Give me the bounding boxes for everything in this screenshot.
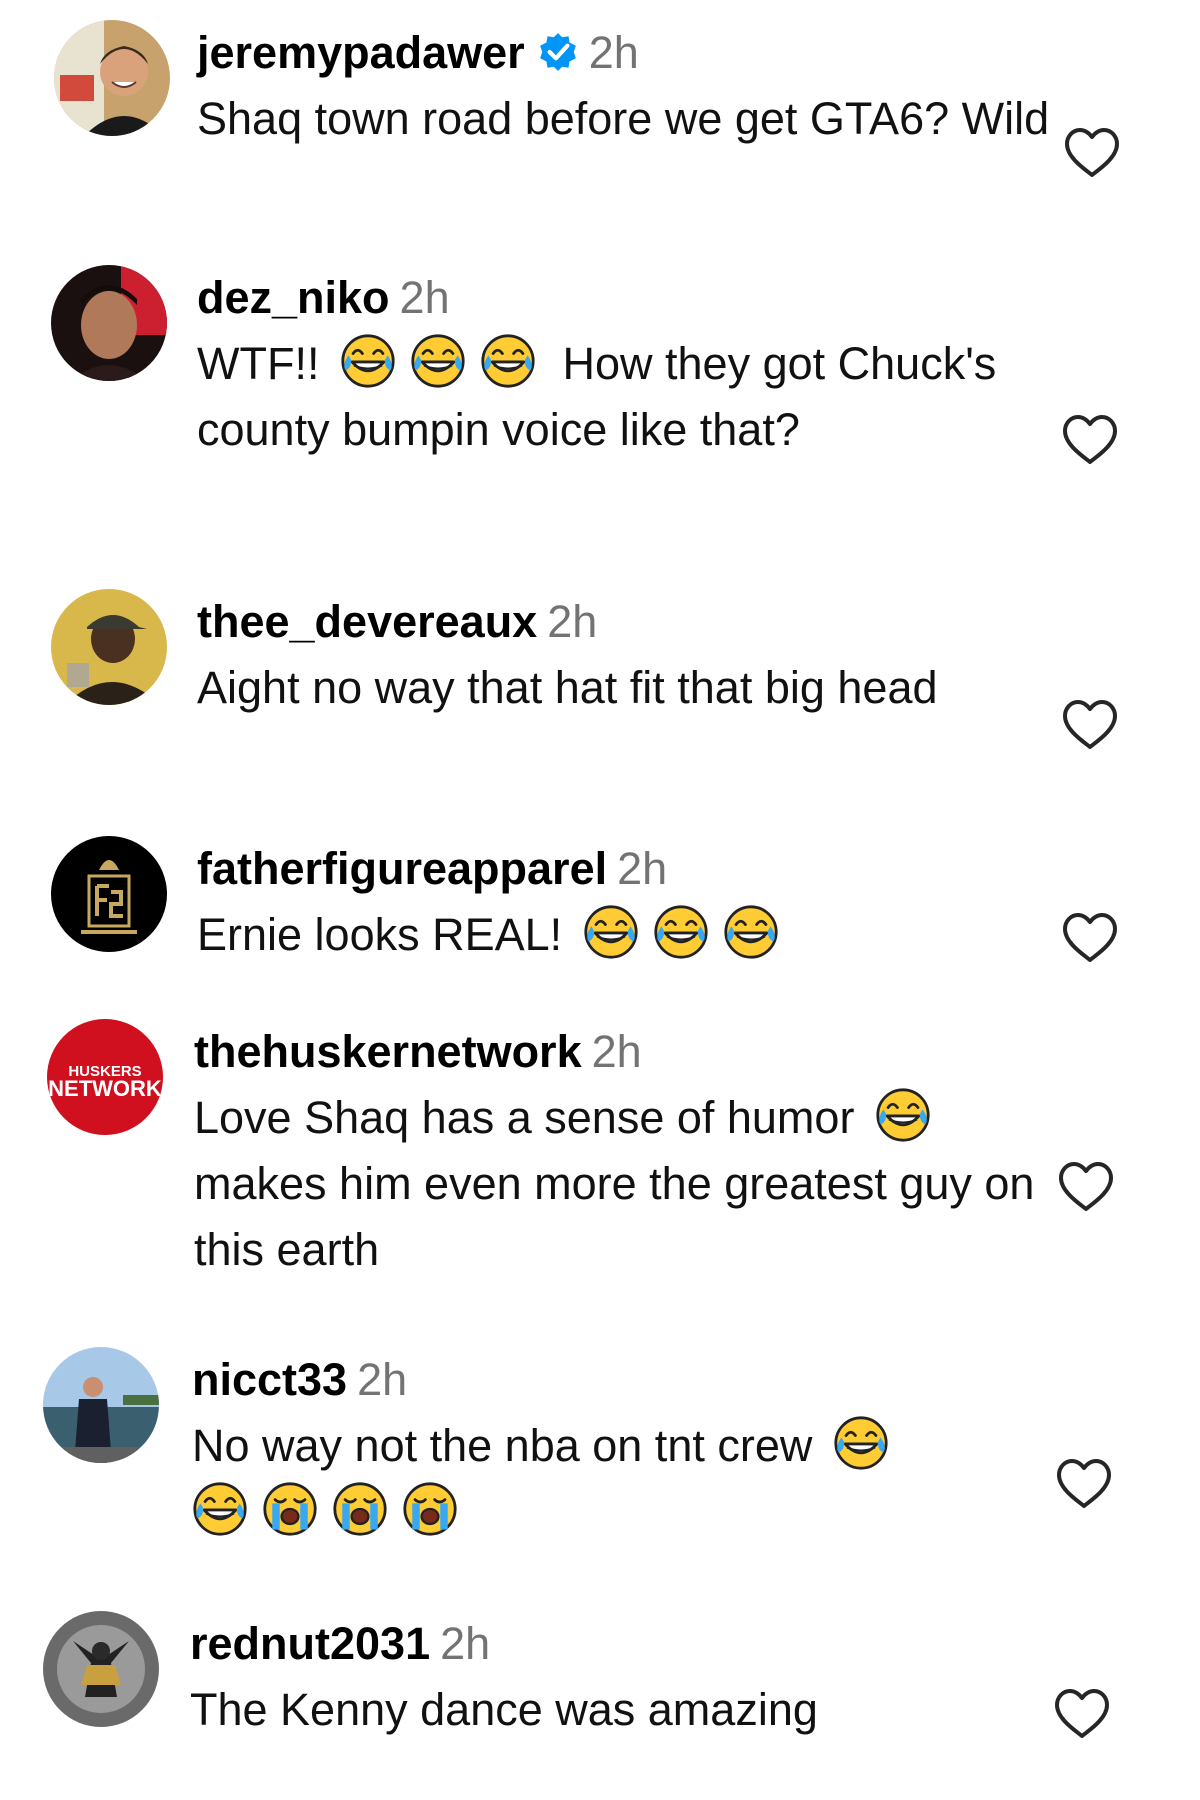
- username[interactable]: fatherfigureapparel: [197, 843, 607, 894]
- avatar[interactable]: [51, 836, 167, 952]
- avatar[interactable]: [43, 1611, 159, 1727]
- username[interactable]: thee_devereaux: [197, 596, 537, 647]
- loudly-crying-face-icon: [262, 1481, 318, 1537]
- like-heart-icon[interactable]: [1061, 413, 1119, 467]
- avatar[interactable]: [51, 265, 167, 381]
- comment-text: No way not the nba on tnt crew: [192, 1413, 1082, 1545]
- face-with-tears-of-joy-icon: [833, 1415, 889, 1471]
- timestamp[interactable]: 2h: [400, 272, 450, 323]
- like-heart-icon[interactable]: [1063, 126, 1121, 180]
- username[interactable]: nicct33: [192, 1354, 347, 1405]
- username[interactable]: thehuskernetwork: [194, 1026, 582, 1077]
- avatar[interactable]: [43, 1347, 159, 1463]
- timestamp[interactable]: 2h: [547, 596, 597, 647]
- comment-text-rest: makes him even more the greatest guy on …: [194, 1158, 1035, 1275]
- timestamp[interactable]: 2h: [440, 1618, 490, 1669]
- timestamp[interactable]: 2h: [589, 27, 639, 78]
- avatar[interactable]: HUSKERS NETWORK: [47, 1019, 163, 1135]
- comment-text: WTF!! How they got Chuck's county bumpin…: [197, 331, 1087, 463]
- face-with-tears-of-joy-icon: [653, 904, 709, 960]
- face-with-tears-of-joy-icon: [340, 333, 396, 389]
- comment-text: Love Shaq has a sense of humor makes him…: [194, 1085, 1084, 1283]
- face-with-tears-of-joy-icon: [723, 904, 779, 960]
- like-heart-icon[interactable]: [1053, 1687, 1111, 1741]
- like-heart-icon[interactable]: [1057, 1160, 1115, 1214]
- username[interactable]: dez_niko: [197, 272, 390, 323]
- like-heart-icon[interactable]: [1061, 698, 1119, 752]
- username[interactable]: jeremypadawer: [197, 27, 525, 78]
- loudly-crying-face-icon: [332, 1481, 388, 1537]
- loudly-crying-face-icon: [402, 1481, 458, 1537]
- comment-text-start: Ernie looks REAL!: [197, 909, 563, 960]
- timestamp[interactable]: 2h: [592, 1026, 642, 1077]
- face-with-tears-of-joy-icon: [875, 1087, 931, 1143]
- face-with-tears-of-joy-icon: [192, 1481, 248, 1537]
- comment-text: The Kenny dance was amazing: [190, 1684, 818, 1735]
- comment-text: Ernie looks REAL!: [197, 902, 1087, 968]
- comments-list: jeremypadawer 2h Shaq town road before we…: [0, 0, 1200, 1800]
- like-heart-icon[interactable]: [1061, 911, 1119, 965]
- like-heart-icon[interactable]: [1055, 1457, 1113, 1511]
- comment-text: Aight no way that hat fit that big head: [197, 662, 938, 713]
- comment-text-start: No way not the nba on tnt crew: [192, 1420, 813, 1471]
- avatar[interactable]: [51, 589, 167, 705]
- face-with-tears-of-joy-icon: [480, 333, 536, 389]
- avatar[interactable]: [54, 20, 170, 136]
- timestamp[interactable]: 2h: [617, 843, 667, 894]
- face-with-tears-of-joy-icon: [410, 333, 466, 389]
- avatar-logo-text: NETWORK: [48, 1076, 162, 1101]
- comment-text-start: Love Shaq has a sense of humor: [194, 1092, 855, 1143]
- verified-badge-icon: [537, 25, 579, 67]
- face-with-tears-of-joy-icon: [583, 904, 639, 960]
- username[interactable]: rednut2031: [190, 1618, 430, 1669]
- timestamp[interactable]: 2h: [357, 1354, 407, 1405]
- comment-text: Shaq town road before we get GTA6? Wild: [197, 93, 1050, 144]
- comment-text-start: WTF!!: [197, 338, 320, 389]
